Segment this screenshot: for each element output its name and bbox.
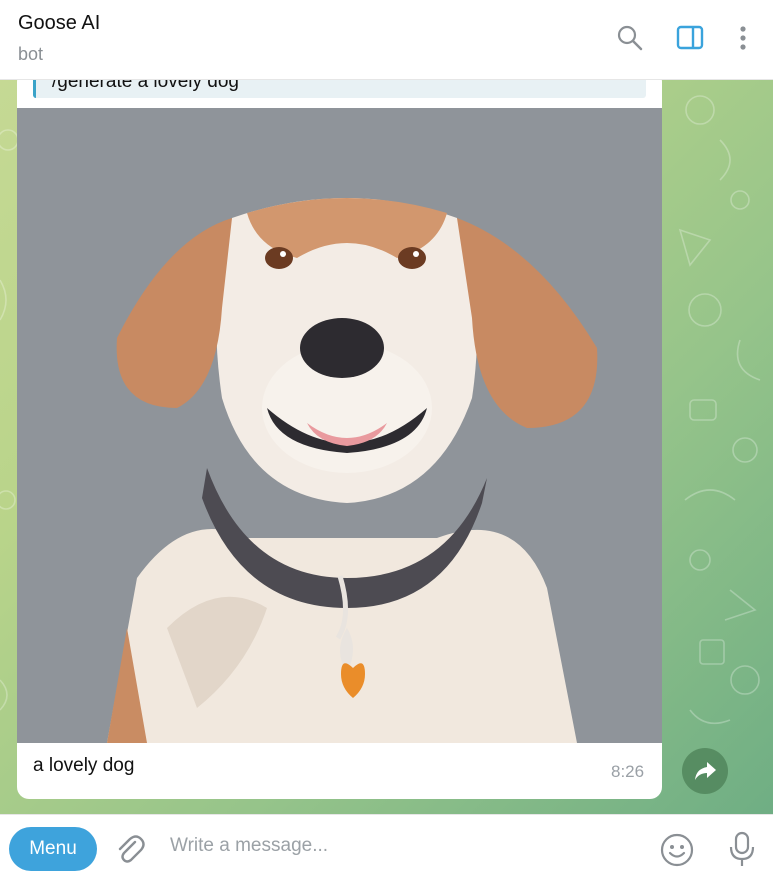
attach-icon[interactable] bbox=[113, 833, 147, 867]
message-caption: a lovely dog bbox=[33, 755, 135, 776]
more-vertical-icon[interactable] bbox=[727, 22, 759, 54]
reply-quote[interactable]: /generate a lovely dog bbox=[33, 80, 646, 98]
chat-status: bot bbox=[18, 44, 44, 64]
search-icon[interactable] bbox=[614, 22, 646, 54]
reply-quote-text: /generate a lovely dog bbox=[52, 80, 239, 92]
message-bubble[interactable]: /generate a lovely dog a lovely dog 8:26 bbox=[17, 80, 662, 799]
emoji-icon[interactable] bbox=[659, 832, 695, 868]
side-panel-icon[interactable] bbox=[674, 22, 706, 54]
share-arrow-icon bbox=[695, 762, 716, 780]
generated-dog-image[interactable] bbox=[17, 108, 662, 743]
chat-header: Goose AI bot bbox=[0, 0, 773, 80]
share-button[interactable] bbox=[682, 748, 728, 794]
chat-area[interactable]: /generate a lovely dog a lovely dog 8:26 bbox=[0, 80, 773, 814]
message-time: 8:26 bbox=[611, 762, 645, 781]
message-composer: Menu bbox=[0, 814, 773, 876]
microphone-icon[interactable] bbox=[727, 829, 757, 869]
menu-button[interactable]: Menu bbox=[9, 827, 97, 871]
message-input[interactable] bbox=[170, 831, 630, 861]
chat-title[interactable]: Goose AI bbox=[18, 12, 100, 35]
